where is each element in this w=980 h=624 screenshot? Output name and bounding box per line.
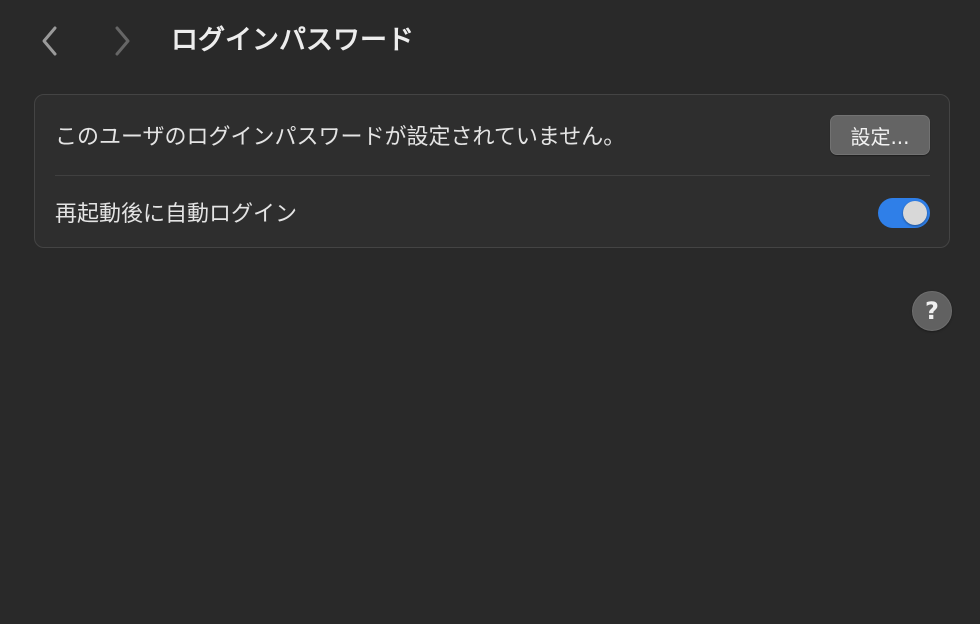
toolbar: ログインパスワード (0, 0, 980, 84)
question-mark-icon: ? (925, 297, 939, 325)
page-title: ログインパスワード (171, 25, 414, 56)
toggle-knob (903, 201, 927, 225)
help-button[interactable]: ? (912, 291, 952, 331)
chevron-left-icon (42, 26, 57, 56)
auto-login-row: 再起動後に自動ログイン (35, 176, 949, 248)
back-button[interactable] (32, 22, 68, 60)
chevron-right-icon (115, 26, 130, 56)
login-password-settings-group: このユーザのログインパスワードが設定されていません。 設定... 再起動後に自動… (34, 94, 950, 248)
auto-login-label: 再起動後に自動ログイン (55, 202, 298, 227)
password-status-row: このユーザのログインパスワードが設定されていません。 設定... (35, 95, 949, 175)
settings-window: ログインパスワード このユーザのログインパスワードが設定されていません。 設定.… (0, 0, 980, 624)
password-status-label: このユーザのログインパスワードが設定されていません。 (55, 125, 626, 150)
forward-button[interactable] (104, 22, 140, 60)
set-password-button[interactable]: 設定... (830, 115, 930, 155)
auto-login-toggle[interactable] (878, 198, 930, 228)
